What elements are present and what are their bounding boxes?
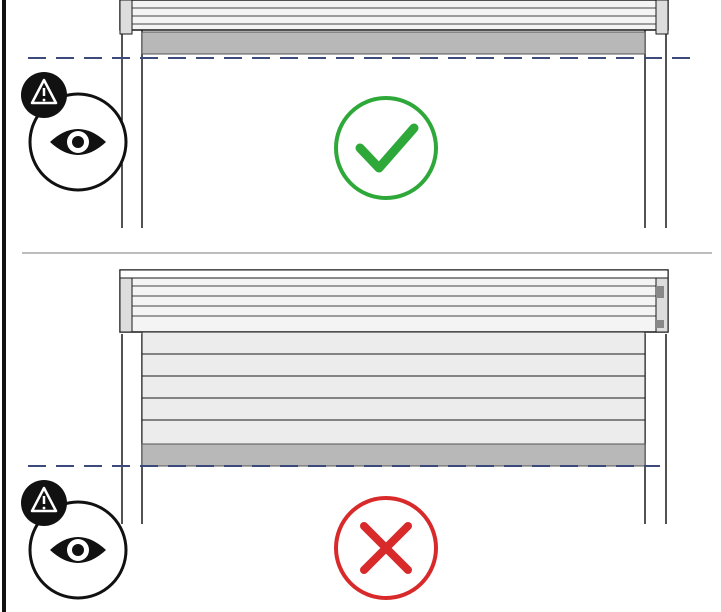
warning-triangle-icon (21, 72, 67, 118)
shutter-box (119, 269, 669, 333)
shutter-bottom-bar (141, 443, 646, 467)
instruction-figure (0, 0, 721, 612)
panel-incorrect (0, 258, 721, 612)
inspect-badge (21, 72, 128, 192)
incorrect-diagram (21, 269, 669, 600)
warning-triangle-icon (21, 480, 67, 526)
correct-diagram (21, 0, 692, 228)
shutter-slats (141, 331, 646, 445)
panel-divider (22, 252, 712, 254)
shutter-bottom-bar (141, 31, 646, 55)
checkmark-icon (334, 96, 438, 200)
panel-correct (0, 0, 721, 252)
shutter-box (119, 0, 669, 35)
inspect-badge (21, 480, 128, 600)
cross-icon (334, 496, 438, 600)
